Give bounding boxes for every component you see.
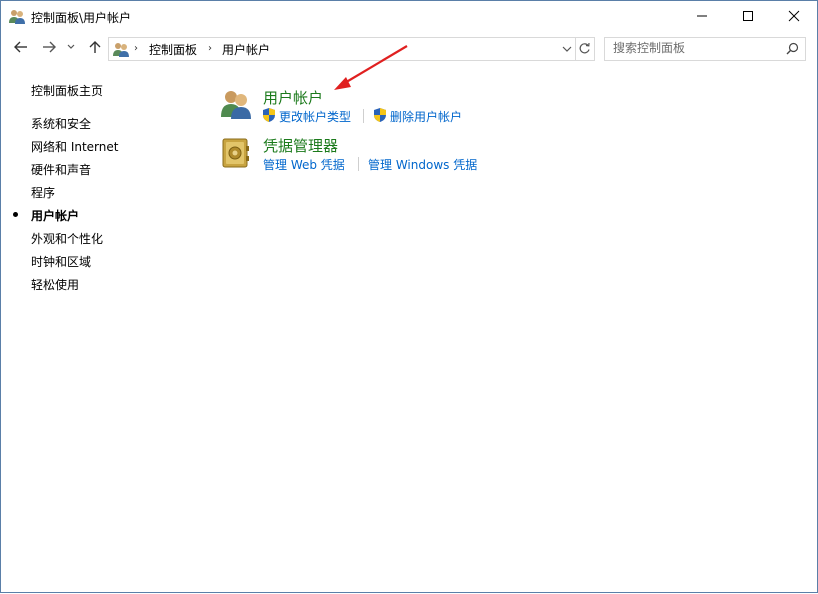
address-history-button[interactable] [560,40,574,57]
search-input[interactable] [605,38,783,58]
control-panel-window: 控制面板\用户帐户 › 控制面板 › 用户帐户 搜索控制面板 控制面板主页 系统… [0,0,818,593]
category-title-user-accounts[interactable]: 用户帐户 [263,87,323,108]
breadcrumb-user-accounts[interactable]: 用户帐户 [222,41,270,58]
sidebar-item-user-accounts[interactable]: 用户帐户 [31,207,79,224]
forward-button[interactable] [39,39,59,57]
window-title: 控制面板\用户帐户 [31,11,132,25]
address-bar[interactable]: › 控制面板 › 用户帐户 [108,37,576,61]
search-icon[interactable] [786,42,799,55]
sidebar-item-clock-region[interactable]: 时钟和区域 [31,253,91,270]
link-manage-windows-credentials[interactable]: 管理 Windows 凭据 [368,156,477,173]
chevron-right-icon[interactable]: › [208,43,212,54]
refresh-icon [579,42,590,54]
recent-locations-button[interactable] [65,39,77,57]
user-accounts-icon [9,8,25,24]
chevron-down-icon [562,46,572,52]
sidebar-item-programs[interactable]: 程序 [31,184,55,201]
breadcrumb-control-panel[interactable]: 控制面板 [149,41,197,58]
link-separator [363,109,364,123]
left-navigation-pane: 控制面板主页 系统和安全 网络和 Internet 硬件和声音 程序 用户帐户 … [1,65,201,365]
minimize-icon [697,15,707,17]
title-bar[interactable]: 控制面板\用户帐户 [1,1,817,31]
back-button[interactable] [11,39,31,57]
arrow-right-icon [43,41,56,53]
sidebar-item-network-internet[interactable]: 网络和 Internet [31,138,118,155]
credential-manager-icon[interactable] [220,137,252,169]
chevron-right-icon[interactable]: › [134,43,138,54]
search-box[interactable] [604,37,806,61]
close-icon [788,10,800,22]
refresh-button[interactable] [576,37,595,61]
link-remove-user-accounts[interactable]: 删除用户帐户 [390,108,462,125]
user-accounts-icon[interactable] [220,87,252,119]
link-manage-web-credentials[interactable]: 管理 Web 凭据 [263,156,345,173]
close-button[interactable] [771,1,817,31]
category-title-credential-manager[interactable]: 凭据管理器 [263,135,338,156]
sidebar-item-hardware-sound[interactable]: 硬件和声音 [31,161,91,178]
sidebar-item-ease-of-access[interactable]: 轻松使用 [31,276,79,293]
navigation-bar: › 控制面板 › 用户帐户 [1,31,817,65]
minimize-button[interactable] [679,1,725,31]
sidebar-item-appearance[interactable]: 外观和个性化 [31,230,103,247]
maximize-button[interactable] [725,1,771,31]
uac-shield-icon [262,107,276,123]
arrow-up-icon [89,41,101,53]
sidebar-item-system-security[interactable]: 系统和安全 [31,115,91,132]
current-page-bullet [13,212,18,217]
uac-shield-icon [373,107,387,123]
link-change-account-type[interactable]: 更改帐户类型 [279,108,351,125]
arrow-left-icon [14,41,27,53]
user-accounts-icon [113,41,129,57]
link-separator [358,157,359,171]
maximize-icon [743,11,753,21]
chevron-down-icon [67,44,75,49]
up-button[interactable] [85,39,105,57]
sidebar-item-home[interactable]: 控制面板主页 [31,82,103,99]
